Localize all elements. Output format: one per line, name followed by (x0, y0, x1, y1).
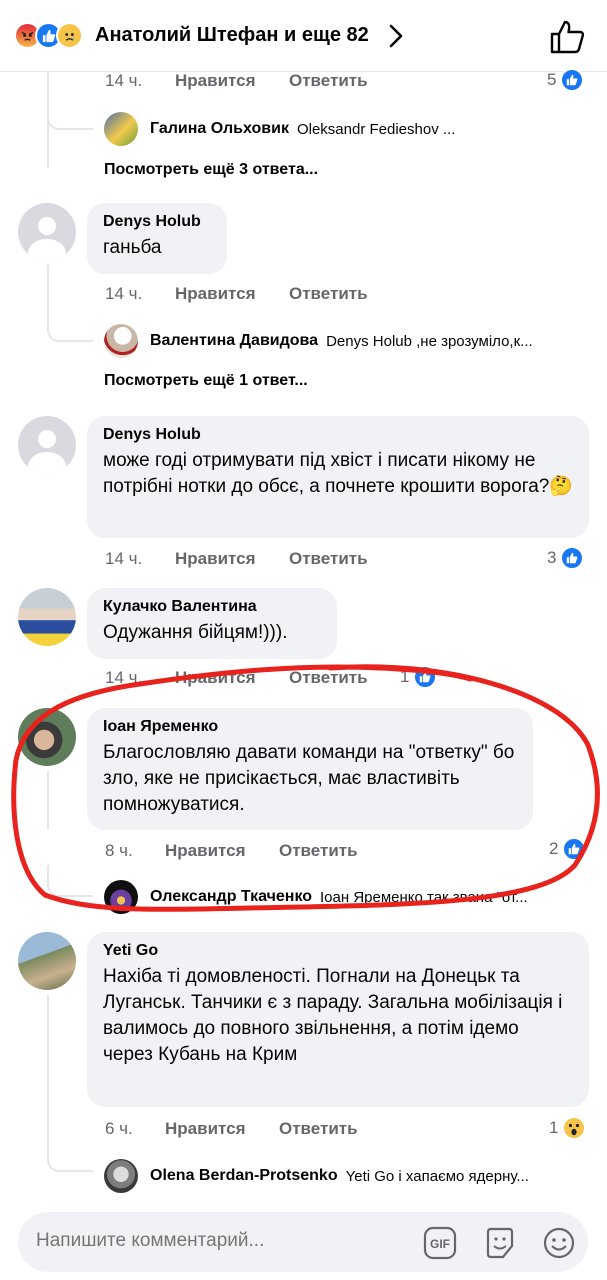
reply-button[interactable]: Ответить (289, 667, 368, 689)
reaction-count[interactable]: 1 (549, 1115, 587, 1141)
reactors-title[interactable]: Анатолий Штефан и еще 82 (95, 24, 369, 47)
reply-snippet: Іоан Яременко так звана "от... (320, 888, 528, 906)
comment-time[interactable]: 14 ч. (105, 70, 142, 92)
thread-line (47, 994, 49, 1142)
comment-bubble[interactable]: Yeti Go Нахіба ті домовленості. Погнали … (87, 932, 589, 1107)
avatar[interactable] (104, 880, 138, 914)
comment-actions: 6 ч. Нравится Ответить (105, 1118, 405, 1140)
reply-preview[interactable]: Галина Ольховик Oleksandr Fedieshov ... (104, 111, 594, 147)
comment-text: може годі отримувати під хвіст і писати … (103, 450, 573, 497)
reply-preview[interactable]: Olena Berdan-Protsenko Yeti Go і хапаємо… (104, 1158, 594, 1194)
comment-time[interactable]: 14 ч. (105, 667, 142, 689)
like-button[interactable]: Нравится (175, 548, 256, 570)
post-reactions-header[interactable]: Анатолий Штефан и еще 82 (0, 0, 607, 72)
comment-time[interactable]: 6 ч. (105, 1118, 133, 1140)
thread-line (47, 770, 49, 830)
view-more-replies-link[interactable]: Посмотреть ещё 3 ответа... (104, 159, 318, 181)
reply-preview[interactable]: Валентина Давидова Denys Holub ,не зрозу… (104, 323, 594, 359)
reply-connector (47, 1140, 93, 1172)
reply-author[interactable]: Olena Berdan-Protsenko (150, 1167, 338, 1185)
reply-author[interactable]: Валентина Давидова (150, 332, 318, 350)
comment-author[interactable]: Іоан Яременко (103, 717, 517, 737)
reaction-count[interactable]: 1 (400, 664, 438, 690)
sad-reaction-icon (56, 22, 83, 49)
reply-author[interactable]: Галина Ольховик (150, 120, 289, 138)
reply-connector (47, 310, 93, 342)
comment-actions: 8 ч. Нравится Ответить (105, 840, 405, 862)
comment-bubble[interactable]: Denys Holub може годі отримувати під хві… (87, 416, 589, 538)
reply-snippet: Denys Holub ,не зрозуміло,к... (326, 332, 533, 350)
reply-snippet: Yeti Go і хапаємо ядерну... (345, 1167, 529, 1185)
comment-text: Благословляю давати команди на "ответку"… (103, 742, 515, 815)
like-reaction-icon (560, 68, 585, 92)
comment-input[interactable] (36, 1230, 406, 1252)
reply-preview[interactable]: Олександр Ткаченко Іоан Яременко так зва… (104, 879, 594, 915)
avatar[interactable] (18, 416, 76, 474)
reply-button[interactable]: Ответить (279, 840, 358, 862)
reply-button[interactable]: Ответить (289, 283, 368, 305)
comment-text: Нахіба ті домовленості. Погнали на Донец… (103, 966, 563, 1065)
comment-author[interactable]: Denys Holub (103, 425, 573, 445)
sticker-icon[interactable] (483, 1226, 517, 1260)
avatar[interactable] (104, 112, 138, 146)
avatar[interactable] (104, 1159, 138, 1193)
comment-actions: 14 ч. Нравится Ответить (105, 70, 405, 92)
view-more-replies-link[interactable]: Посмотреть ещё 1 ответ... (104, 370, 308, 392)
comment-author[interactable]: Кулачко Валентина (103, 597, 321, 617)
comment-time[interactable]: 14 ч. (105, 548, 142, 570)
comment-input-container[interactable]: GIF (18, 1212, 588, 1272)
reaction-count[interactable]: 3 (547, 545, 585, 571)
avatar[interactable] (18, 588, 76, 646)
comment-time[interactable]: 8 ч. (105, 840, 133, 862)
reply-connector (47, 865, 93, 897)
comment-time[interactable]: 14 ч. (105, 283, 142, 305)
chevron-right-icon[interactable] (384, 22, 408, 50)
avatar[interactable] (18, 708, 76, 766)
comment-actions: 14 ч. Нравится Ответить (105, 283, 405, 305)
reactions-summary[interactable] (14, 22, 83, 52)
comment-actions: 14 ч. Нравится Ответить (105, 548, 405, 570)
gif-icon[interactable]: GIF (423, 1226, 457, 1260)
like-button[interactable]: Нравится (175, 283, 256, 305)
reply-button[interactable]: Ответить (289, 548, 368, 570)
comment-author[interactable]: Yeti Go (103, 941, 573, 961)
avatar[interactable] (18, 932, 76, 990)
like-button[interactable]: Нравится (175, 70, 256, 92)
svg-text:GIF: GIF (430, 1237, 450, 1251)
like-reaction-icon (562, 837, 587, 861)
like-button[interactable]: Нравится (165, 1118, 246, 1140)
comment-bubble[interactable]: Denys Holub ганьба (87, 203, 227, 274)
reaction-count[interactable]: 5 (547, 67, 585, 93)
comment-composer: GIF (0, 1200, 607, 1280)
reply-author[interactable]: Олександр Ткаченко (150, 888, 312, 906)
comment-bubble[interactable]: Кулачко Валентина Одужання бійцям!))). (87, 588, 337, 659)
comment-author[interactable]: Denys Holub (103, 212, 211, 232)
comment-actions: 14 ч. Нравится Ответить (105, 667, 405, 689)
comment-text: ганьба (103, 237, 162, 258)
like-reaction-icon (413, 665, 438, 689)
avatar[interactable] (18, 203, 76, 261)
comment-text: Одужання бійцям!))). (103, 622, 288, 643)
reply-connector (47, 100, 93, 130)
like-button[interactable]: Нравится (175, 667, 256, 689)
avatar[interactable] (104, 324, 138, 358)
like-reaction-icon (560, 546, 585, 570)
reaction-count[interactable]: 2 (549, 836, 587, 862)
reply-snippet: Oleksandr Fedieshov ... (296, 120, 456, 138)
like-button[interactable]: Нравится (165, 840, 246, 862)
like-thumb-icon[interactable] (548, 18, 586, 56)
wow-reaction-icon (562, 1116, 587, 1140)
emoji-icon[interactable] (542, 1226, 576, 1260)
comment-bubble[interactable]: Іоан Яременко Благословляю давати команд… (87, 708, 533, 830)
reply-button[interactable]: Ответить (279, 1118, 358, 1140)
reply-button[interactable]: Ответить (289, 70, 368, 92)
